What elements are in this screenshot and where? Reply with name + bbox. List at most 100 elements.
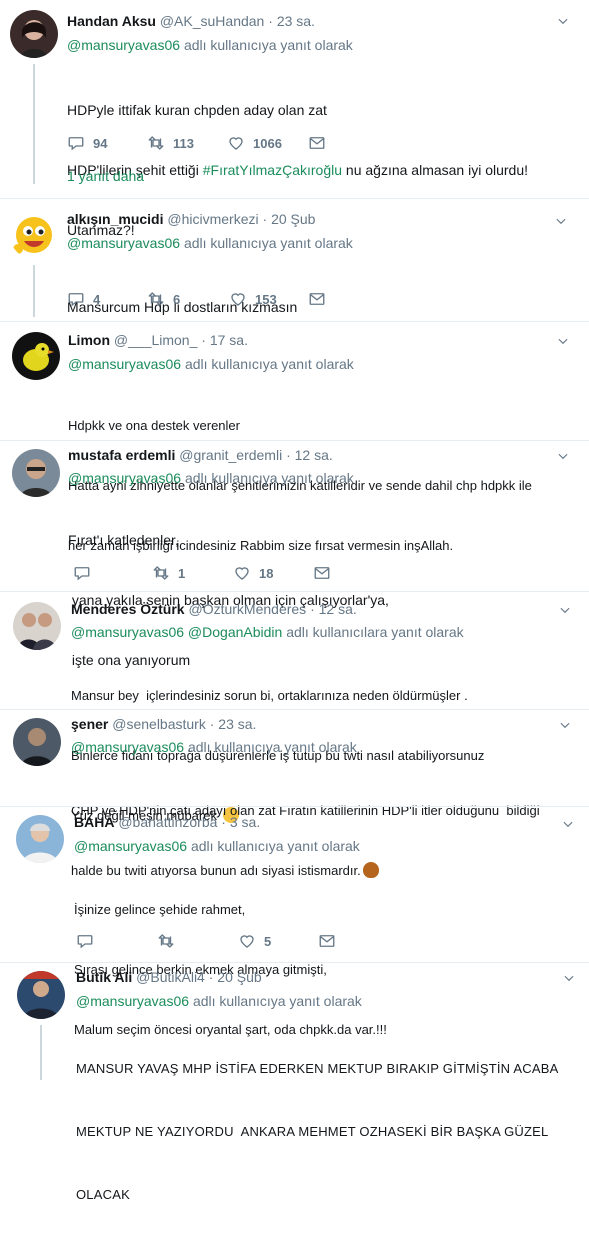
reply-context: @mansuryavas06 adlı kullanıcıya yanıt ol…	[71, 739, 357, 755]
chevron-down-icon[interactable]	[556, 14, 570, 28]
username[interactable]: @bahattinzorba	[118, 814, 217, 830]
tweet-header: Limon @___Limon_ · 17 sa.	[68, 332, 248, 348]
chevron-down-icon[interactable]	[558, 718, 572, 732]
chevron-down-icon[interactable]	[558, 603, 572, 617]
retweet-icon	[147, 134, 165, 152]
mention-link[interactable]: @mansuryavas06	[68, 470, 181, 486]
reply-count: 94	[93, 135, 108, 151]
like-button[interactable]: 153	[229, 289, 277, 309]
chevron-down-icon[interactable]	[556, 334, 570, 348]
heart-icon	[227, 134, 245, 152]
mail-icon	[318, 932, 336, 950]
reply-icon	[67, 134, 85, 152]
display-name[interactable]: Butik Ali	[76, 969, 132, 985]
avatar[interactable]	[10, 10, 58, 58]
display-name[interactable]: Handan Aksu	[67, 13, 156, 29]
separator-dot: ·	[268, 13, 273, 29]
timestamp[interactable]: 23 sa.	[277, 13, 315, 29]
timestamp[interactable]: 3 sa.	[230, 814, 260, 830]
direct-message-button[interactable]	[313, 563, 331, 583]
mail-icon	[308, 134, 326, 152]
tweet[interactable]: Handan Aksu @AK_suHandan · 23 sa. @mansu…	[0, 0, 589, 238]
username[interactable]: @hicivmerkezi	[167, 211, 258, 227]
display-name[interactable]: Menderes Öztürk	[71, 601, 185, 617]
retweet-button[interactable]: 1	[152, 563, 185, 583]
avatar[interactable]	[12, 332, 60, 380]
mention-link[interactable]: @mansuryavas06	[74, 838, 187, 854]
retweet-count: 113	[173, 135, 194, 151]
heart-icon	[229, 290, 247, 308]
direct-message-button[interactable]	[308, 133, 326, 153]
chevron-down-icon[interactable]	[562, 971, 576, 985]
mention-link[interactable]: @mansuryavas06	[67, 235, 180, 251]
like-button[interactable]: 1066	[227, 133, 282, 153]
reply-button[interactable]	[76, 931, 102, 951]
chevron-down-icon[interactable]	[561, 817, 575, 831]
mail-icon	[313, 564, 331, 582]
direct-message-button[interactable]	[318, 931, 336, 951]
display-name[interactable]: Limon	[68, 332, 110, 348]
display-name[interactable]: alkışın_mucidi	[67, 211, 163, 227]
avatar[interactable]	[17, 971, 65, 1019]
username[interactable]: @senelbasturk	[112, 716, 206, 732]
chevron-down-icon[interactable]	[556, 449, 570, 463]
mention-link[interactable]: @mansuryavas06	[71, 739, 184, 755]
reply-count: 4	[93, 291, 101, 307]
retweet-button[interactable]: 113	[147, 133, 194, 153]
retweet-button[interactable]	[157, 931, 183, 951]
tweet-actions: 4 6 153	[67, 289, 367, 309]
username[interactable]: @OzturkMenderes	[188, 601, 306, 617]
username[interactable]: @AK_suHandan	[160, 13, 265, 29]
reply-button[interactable]	[73, 563, 99, 583]
username[interactable]: @___Limon_	[114, 332, 198, 348]
reply-context: @mansuryavas06 adlı kullanıcıya yanıt ol…	[67, 235, 353, 251]
tweet[interactable]: alkışın_mucidi @hicivmerkezi · 20 Şub @m…	[0, 199, 589, 321]
mention-link[interactable]: @mansuryavas06	[68, 356, 181, 372]
avatar[interactable]	[10, 211, 58, 259]
timestamp[interactable]: 20 Şub	[217, 969, 261, 985]
display-name[interactable]: şener	[71, 716, 108, 732]
direct-message-button[interactable]	[308, 289, 326, 309]
reply-context: @mansuryavas06 adlı kullanıcıya yanıt ol…	[68, 470, 354, 486]
tweet-header: Butik Ali @ButikAli4 · 20 Şub	[76, 969, 262, 985]
thread-line	[33, 64, 35, 184]
timestamp[interactable]: 20 Şub	[271, 211, 315, 227]
retweet-count: 6	[173, 291, 181, 307]
tweet[interactable]: Menderes Öztürk @OzturkMenderes · 12 sa.…	[0, 592, 589, 823]
reply-context: @mansuryavas06 adlı kullanıcıya yanıt ol…	[67, 37, 353, 53]
avatar[interactable]	[16, 815, 64, 863]
tweet[interactable]: şener @senelbasturk · 23 sa. @mansuryava…	[0, 710, 589, 878]
timestamp[interactable]: 17 sa.	[210, 332, 248, 348]
like-button[interactable]: 5	[238, 931, 271, 951]
reply-button[interactable]: 4	[67, 289, 100, 309]
chevron-down-icon[interactable]	[554, 214, 568, 228]
display-name[interactable]: mustafa erdemli	[68, 447, 175, 463]
avatar[interactable]	[12, 449, 60, 497]
heart-icon	[233, 564, 251, 582]
thread-line	[40, 1025, 42, 1080]
timestamp[interactable]: 23 sa.	[218, 716, 256, 732]
avatar[interactable]	[13, 718, 61, 766]
timestamp[interactable]: 12 sa.	[319, 601, 357, 617]
display-name[interactable]: BAHA	[74, 814, 114, 830]
reply-button[interactable]: 94	[67, 133, 107, 153]
retweet-button[interactable]: 6	[147, 289, 180, 309]
tweet[interactable]: Butik Ali @ButikAli4 · 20 Şub @mansuryav…	[0, 963, 589, 1202]
like-count: 153	[255, 291, 277, 307]
tweet[interactable]: Limon @___Limon_ · 17 sa. @mansuryavas06…	[0, 322, 589, 553]
timestamp[interactable]: 12 sa.	[295, 447, 333, 463]
mention-link[interactable]: @mansuryavas06	[76, 993, 189, 1009]
tweet[interactable]: mustafa erdemli @granit_erdemli · 12 sa.…	[0, 441, 589, 668]
avatar[interactable]	[13, 602, 61, 650]
mention-link[interactable]: @mansuryavas06 @DoganAbidin	[71, 624, 282, 640]
reply-context: @mansuryavas06 @DoganAbidin adlı kullanı…	[71, 624, 464, 640]
username[interactable]: @ButikAli4	[136, 969, 205, 985]
mention-link[interactable]: @mansuryavas06	[67, 37, 180, 53]
hashtag-link[interactable]: #FıratYılmazÇakıroğlu	[203, 162, 342, 178]
tweet[interactable]: BAHA @bahattinzorba · 3 sa. @mansuryavas…	[0, 807, 589, 1037]
retweet-count: 1	[178, 565, 186, 581]
like-button[interactable]: 18	[233, 563, 273, 583]
tweet-actions: 1 18	[73, 563, 373, 583]
show-more-replies-link[interactable]: 1 yanıt daha	[67, 168, 144, 184]
username[interactable]: @granit_erdemli	[179, 447, 282, 463]
